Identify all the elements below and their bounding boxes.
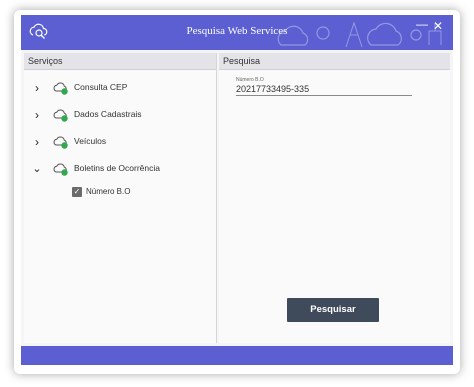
tree-item-dados-cadastrais[interactable]: › Dados Cadastrais xyxy=(24,106,214,126)
chevron-right-icon[interactable]: › xyxy=(32,82,42,94)
chevron-down-icon[interactable]: ⌄ xyxy=(32,163,42,175)
tree-item-label: Consulta CEP xyxy=(74,82,128,92)
tree-item-label: Boletins de Ocorrência xyxy=(74,163,160,173)
app-window: Pesquisa Web Services — ✕ Serviços › Con… xyxy=(21,15,453,365)
numero-bo-input[interactable] xyxy=(236,84,412,96)
title-bar: Pesquisa Web Services — ✕ xyxy=(21,15,453,50)
minimize-button[interactable]: — xyxy=(415,17,429,31)
search-button[interactable]: Pesquisar xyxy=(287,298,379,322)
chevron-right-icon[interactable]: › xyxy=(32,136,42,148)
services-pane: Serviços › Consulta CEP › Dados Cadastra… xyxy=(24,53,217,343)
search-header: Pesquisa xyxy=(219,53,450,70)
close-button[interactable]: ✕ xyxy=(431,19,445,33)
cloud-service-icon xyxy=(53,109,68,122)
tree-item-consulta-cep[interactable]: › Consulta CEP xyxy=(24,79,214,99)
tree-subitem-numero-bo[interactable]: ✓ Número B.O xyxy=(72,186,212,200)
tree-item-veiculos[interactable]: › Veículos xyxy=(24,133,214,153)
tree-item-label: Veículos xyxy=(74,136,107,146)
tree-item-label: Dados Cadastrais xyxy=(74,109,142,119)
tree-subitem-label: Número B.O xyxy=(86,187,131,196)
cloud-service-icon xyxy=(53,136,68,149)
services-header: Serviços xyxy=(24,53,216,70)
checkbox[interactable]: ✓ xyxy=(72,187,82,197)
cloud-service-icon xyxy=(53,163,68,176)
chevron-right-icon[interactable]: › xyxy=(32,109,42,121)
search-pane: Pesquisa Número B.O Pesquisar xyxy=(219,53,450,343)
field-label: Número B.O xyxy=(236,77,264,83)
cloud-service-icon xyxy=(53,82,68,95)
numero-bo-field: Número B.O xyxy=(236,77,416,96)
status-bar xyxy=(21,346,453,365)
tree-item-boletins-de-ocorrencia[interactable]: ⌄ Boletins de Ocorrência xyxy=(24,160,214,180)
